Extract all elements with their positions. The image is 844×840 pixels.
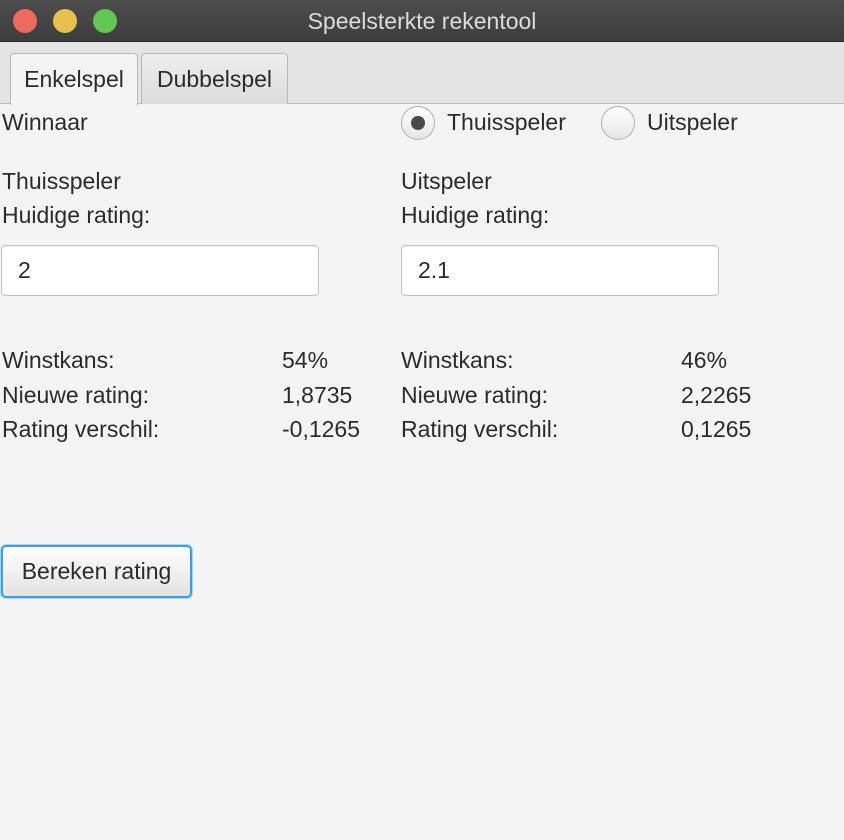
away-rating-label: Huidige rating: [401, 202, 550, 228]
away-win-chance-label: Winstkans: [401, 347, 514, 373]
home-rating-input[interactable] [1, 245, 319, 296]
tab-bar: Enkelspel Dubbelspel [0, 42, 844, 105]
radio-thuisspeler-label[interactable]: Thuisspeler [447, 109, 566, 136]
home-new-rating-value: 1,8735 [282, 382, 353, 408]
away-win-chance-value: 46% [681, 347, 728, 373]
home-rating-label: Huidige rating: [2, 202, 151, 228]
home-win-chance-value: 54% [282, 347, 329, 373]
winner-label: Winnaar [2, 109, 88, 135]
tab-enkelspel[interactable]: Enkelspel [10, 53, 138, 105]
home-rating-diff-label: Rating verschil: [2, 416, 160, 442]
home-new-rating-label: Nieuwe rating: [2, 382, 150, 408]
radio-uitspeler-label[interactable]: Uitspeler [647, 109, 738, 136]
title-bar: Speelsterkte rekentool [0, 0, 844, 42]
away-rating-input[interactable] [401, 245, 719, 296]
home-player-heading: Thuisspeler [2, 168, 121, 194]
away-new-rating-value: 2,2265 [681, 382, 752, 408]
away-player-heading: Uitspeler [401, 168, 492, 194]
window-title: Speelsterkte rekentool [307, 8, 537, 34]
tab-dubbelspel[interactable]: Dubbelspel [141, 53, 288, 104]
away-rating-diff-value: 0,1265 [681, 416, 752, 442]
home-win-chance-label: Winstkans: [2, 347, 115, 373]
away-rating-diff-label: Rating verschil: [401, 416, 559, 442]
radio-selected-dot [411, 116, 425, 130]
calculate-rating-button[interactable]: Bereken rating [1, 545, 192, 598]
radio-uitspeler[interactable] [601, 106, 635, 140]
home-rating-diff-value: -0,1265 [282, 416, 361, 442]
away-new-rating-label: Nieuwe rating: [401, 382, 549, 408]
radio-thuisspeler[interactable] [401, 106, 435, 140]
